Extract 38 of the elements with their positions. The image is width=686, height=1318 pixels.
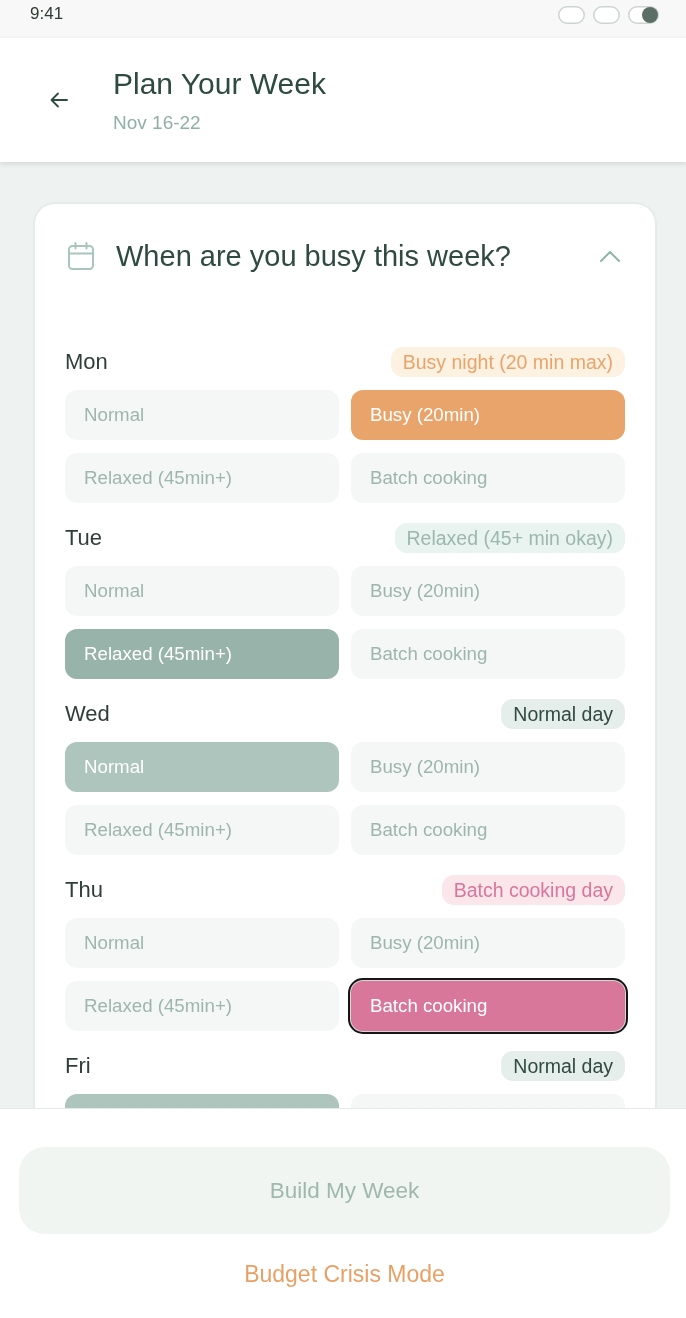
day-option-button[interactable]: Relaxed (45min+) [65,629,339,679]
day-label: Fri [65,1053,91,1079]
day-label: Mon [65,349,108,375]
day-option-button[interactable]: Normal [65,742,339,792]
toggle-icon [628,6,659,24]
day-option-button[interactable]: Busy (20min) [351,742,625,792]
budget-crisis-link[interactable]: Budget Crisis Mode [244,1261,445,1287]
day-option-button[interactable]: Normal [65,566,339,616]
day-option-button[interactable]: Batch cooking [351,981,625,1031]
pill-icon [593,6,620,24]
collapse-button[interactable] [599,249,621,263]
pill-icon [558,6,585,24]
day-option-button[interactable]: Normal [65,918,339,968]
day-label: Tue [65,525,103,551]
day-option-button[interactable]: Batch cooking [351,805,625,855]
day-option-button[interactable]: Busy (20min) [351,566,625,616]
day-option-button[interactable]: Batch cooking [351,629,625,679]
day-label: Thu [65,877,103,903]
day-option-button[interactable]: Busy (20min) [351,918,625,968]
day-label: Wed [65,701,110,727]
day-option-button[interactable]: Busy (20min) [351,390,625,440]
chevron-up-icon [599,249,621,263]
day-option-button[interactable]: Relaxed (45min+) [65,453,339,503]
date-range-subtitle: Nov 16-22 [113,112,202,134]
day-option-button[interactable]: Normal [65,390,339,440]
day-option-button[interactable]: Relaxed (45min+) [65,981,339,1031]
day-mode-badge: Batch cooking day [441,875,625,905]
day-mode-badge: Relaxed (45+ min okay) [394,523,625,553]
page-title: Plan Your Week [113,66,326,102]
back-arrow-icon [50,92,68,108]
day-option-button[interactable]: Batch cooking [351,453,625,503]
section-title: When are you busy this week? [116,239,512,274]
day-option-button[interactable]: Relaxed (45min+) [65,805,339,855]
day-mode-badge: Busy night (20 min max) [390,347,625,377]
day-mode-badge: Normal day [501,699,625,729]
day-mode-badge: Normal day [501,1051,625,1081]
calendar-icon [68,242,94,270]
status-time: 9:41 [30,4,64,24]
